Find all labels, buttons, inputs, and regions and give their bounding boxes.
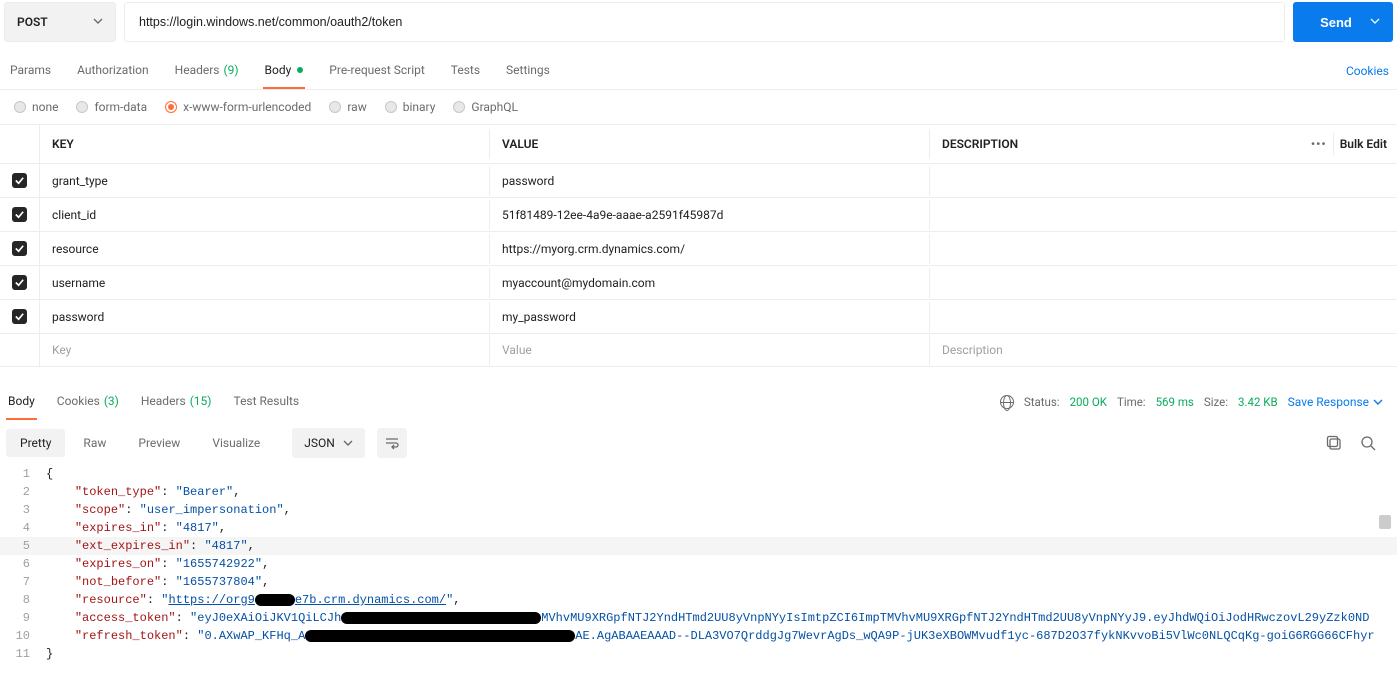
redacted-icon bbox=[341, 612, 541, 624]
kv-header-key: KEY bbox=[40, 129, 490, 159]
tab-tests[interactable]: Tests bbox=[449, 52, 482, 89]
key-cell[interactable]: resource bbox=[40, 234, 490, 264]
checkbox-icon[interactable] bbox=[12, 207, 27, 222]
desc-cell[interactable] bbox=[930, 241, 1397, 257]
view-bar: Pretty Raw Preview Visualize JSON bbox=[0, 421, 1397, 465]
table-row: username myaccount@mydomain.com bbox=[0, 265, 1397, 299]
tab-params[interactable]: Params bbox=[8, 52, 53, 89]
globe-icon[interactable] bbox=[1000, 395, 1014, 409]
response-tabs: Body Cookies(3) Headers(15) Test Results… bbox=[0, 383, 1397, 421]
value-cell[interactable]: my_password bbox=[490, 302, 930, 332]
status-size: 3.42 KB bbox=[1238, 395, 1278, 409]
table-row: password my_password bbox=[0, 299, 1397, 333]
chevron-down-icon bbox=[93, 16, 103, 29]
key-cell[interactable]: username bbox=[40, 268, 490, 298]
key-cell[interactable]: password bbox=[40, 302, 490, 332]
key-cell[interactable]: grant_type bbox=[40, 166, 490, 196]
radio-xwww[interactable]: x-www-form-urlencoded bbox=[165, 100, 311, 114]
desc-placeholder[interactable]: Description bbox=[930, 335, 1397, 365]
tab-settings[interactable]: Settings bbox=[504, 52, 552, 89]
view-tab-visualize[interactable]: Visualize bbox=[198, 429, 274, 457]
checkbox-icon[interactable] bbox=[12, 173, 27, 188]
value-cell[interactable]: 51f81489-12ee-4a9e-aaae-a2591f45987d bbox=[490, 200, 930, 230]
kv-header-desc: DESCRIPTION ••• Bulk Edit bbox=[930, 125, 1397, 163]
kv-header-value: VALUE bbox=[490, 129, 930, 159]
radio-binary[interactable]: binary bbox=[385, 100, 436, 114]
radio-none[interactable]: none bbox=[14, 100, 58, 114]
key-cell[interactable]: client_id bbox=[40, 200, 490, 230]
key-placeholder[interactable]: Key bbox=[40, 335, 490, 365]
view-tab-pretty[interactable]: Pretty bbox=[6, 429, 65, 457]
table-row-new[interactable]: Key Value Description bbox=[0, 333, 1397, 367]
checkbox-icon[interactable] bbox=[12, 241, 27, 256]
body-type-row: none form-data x-www-form-urlencoded raw… bbox=[0, 90, 1397, 124]
desc-cell[interactable] bbox=[930, 309, 1397, 325]
radio-form-data[interactable]: form-data bbox=[76, 100, 147, 114]
desc-cell[interactable] bbox=[930, 275, 1397, 291]
value-cell[interactable]: myaccount@mydomain.com bbox=[490, 268, 930, 298]
tab-headers[interactable]: Headers(9) bbox=[173, 52, 241, 89]
value-cell[interactable]: password bbox=[490, 166, 930, 196]
format-select[interactable]: JSON bbox=[292, 428, 365, 458]
method-label: POST bbox=[17, 15, 48, 29]
method-select[interactable]: POST bbox=[4, 2, 116, 42]
cookies-link[interactable]: Cookies bbox=[1346, 64, 1389, 78]
url-input[interactable] bbox=[124, 2, 1285, 42]
send-label: Send bbox=[1320, 15, 1352, 30]
tab-body[interactable]: Body bbox=[263, 52, 306, 89]
response-tab-body[interactable]: Body bbox=[6, 383, 37, 420]
view-tab-preview[interactable]: Preview bbox=[124, 429, 194, 457]
response-tab-cookies[interactable]: Cookies(3) bbox=[55, 383, 121, 420]
chevron-down-icon[interactable] bbox=[1370, 16, 1380, 29]
request-tabs: Params Authorization Headers(9) Body Pre… bbox=[0, 52, 1397, 90]
desc-cell[interactable] bbox=[930, 207, 1397, 223]
table-row: resource https://myorg.crm.dynamics.com/ bbox=[0, 231, 1397, 265]
request-bar: POST Send bbox=[0, 0, 1397, 52]
checkbox-icon[interactable] bbox=[12, 309, 27, 324]
save-response-button[interactable]: Save Response bbox=[1288, 395, 1383, 409]
table-row: grant_type password bbox=[0, 163, 1397, 197]
redacted-icon bbox=[255, 594, 295, 606]
chevron-down-icon bbox=[343, 438, 353, 448]
value-placeholder[interactable]: Value bbox=[490, 335, 930, 365]
wrap-icon bbox=[384, 435, 400, 451]
copy-icon[interactable] bbox=[1325, 434, 1343, 452]
radio-graphql[interactable]: GraphQL bbox=[453, 100, 518, 114]
tab-authorization[interactable]: Authorization bbox=[75, 52, 151, 89]
send-button[interactable]: Send bbox=[1293, 2, 1393, 42]
options-icon[interactable]: ••• bbox=[1311, 137, 1327, 151]
response-status: Status: 200 OK Time: 569 ms Size: 3.42 K… bbox=[1000, 395, 1391, 409]
view-tab-raw[interactable]: Raw bbox=[69, 429, 120, 457]
redacted-icon bbox=[305, 630, 575, 642]
response-body[interactable]: 1{ 2 "token_type": "Bearer", 3 "scope": … bbox=[0, 465, 1397, 683]
table-row: client_id 51f81489-12ee-4a9e-aaae-a2591f… bbox=[0, 197, 1397, 231]
minimap-icon bbox=[1379, 515, 1391, 529]
dot-icon bbox=[297, 67, 303, 73]
search-icon[interactable] bbox=[1359, 434, 1377, 452]
kv-header: KEY VALUE DESCRIPTION ••• Bulk Edit bbox=[0, 124, 1397, 163]
bulk-edit-button[interactable]: Bulk Edit bbox=[1340, 137, 1387, 151]
response-tab-headers[interactable]: Headers(15) bbox=[139, 383, 214, 420]
tab-pre-request[interactable]: Pre-request Script bbox=[327, 52, 426, 89]
wrap-button[interactable] bbox=[377, 428, 407, 458]
status-code: 200 OK bbox=[1070, 395, 1107, 409]
desc-cell[interactable] bbox=[930, 173, 1397, 189]
value-cell[interactable]: https://myorg.crm.dynamics.com/ bbox=[490, 234, 930, 264]
checkbox-icon[interactable] bbox=[12, 275, 27, 290]
status-time: 569 ms bbox=[1156, 395, 1194, 409]
checkbox-icon bbox=[12, 343, 27, 358]
response-tab-test-results[interactable]: Test Results bbox=[231, 383, 301, 420]
radio-raw[interactable]: raw bbox=[329, 100, 366, 114]
